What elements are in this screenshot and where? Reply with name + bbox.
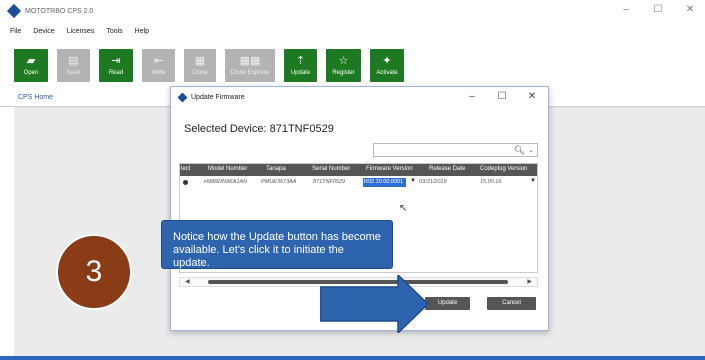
step-number-badge: 3 bbox=[56, 234, 132, 310]
column-tanapa[interactable]: Tanapa bbox=[266, 166, 286, 172]
cell-serial-number: 871TNF0529 bbox=[313, 179, 346, 185]
cancel-button[interactable]: Cancel bbox=[487, 297, 536, 310]
write-button-label: Write bbox=[151, 70, 166, 76]
open-button[interactable]: ▰ Open bbox=[14, 49, 48, 82]
mouse-cursor-icon: ↖ bbox=[399, 203, 408, 214]
update-toolbar-label: Update bbox=[290, 70, 311, 76]
dialog-maximize-icon[interactable]: ☐ bbox=[496, 91, 508, 102]
bottom-accent-bar bbox=[0, 356, 705, 360]
scroll-left-icon[interactable]: ◀ bbox=[185, 278, 190, 285]
save-icon: ▤ bbox=[68, 55, 79, 67]
clone-express-button[interactable]: ▦▦ Clone Express bbox=[225, 49, 275, 82]
dialog-title: Update Firmware bbox=[191, 93, 245, 101]
tutorial-callout: Notice how the Update button has become … bbox=[161, 220, 393, 269]
codeplug-dropdown-icon[interactable]: ▼ bbox=[530, 178, 536, 184]
register-button-label: Register bbox=[332, 70, 355, 76]
star-icon: ☆ bbox=[338, 55, 349, 67]
activate-button[interactable]: ✦ Activate bbox=[370, 49, 404, 82]
update-icon: ⇡ bbox=[295, 55, 306, 67]
clone-icon: ▦ bbox=[194, 55, 206, 67]
menu-licenses[interactable]: Licenses bbox=[67, 28, 95, 35]
register-button[interactable]: ☆ Register bbox=[326, 49, 361, 82]
column-model-number[interactable]: Model Number bbox=[208, 166, 247, 172]
window-title: MOTOTRBO CPS 2.0 bbox=[25, 7, 94, 15]
firmware-version-select[interactable]: R02.10.00.0001 bbox=[363, 178, 406, 187]
scroll-right-icon[interactable]: ▶ bbox=[527, 278, 532, 285]
write-button[interactable]: ⇤ Write bbox=[142, 49, 175, 82]
app-logo-icon bbox=[6, 3, 22, 19]
activate-button-label: Activate bbox=[376, 70, 398, 76]
dialog-titlebar: Update Firmware – ☐ ✕ bbox=[171, 87, 548, 107]
menu-file[interactable]: File bbox=[10, 28, 21, 35]
save-button[interactable]: ▤ Save bbox=[57, 49, 90, 82]
chevron-down-icon[interactable]: ⌄ bbox=[528, 146, 534, 154]
column-codeplug-version[interactable]: Codeplug Version bbox=[480, 166, 527, 172]
cell-tanapa: PMUE3673AA bbox=[261, 179, 297, 185]
activate-icon: ✦ bbox=[382, 55, 392, 67]
firmware-dropdown-icon[interactable]: ▼ bbox=[410, 178, 416, 184]
cell-release-date: 03/31/2019 bbox=[419, 179, 447, 185]
clone-express-button-label: Clone Express bbox=[230, 70, 270, 76]
menu-help[interactable]: Help bbox=[135, 28, 149, 35]
update-toolbar-button[interactable]: ⇡ Update bbox=[284, 49, 317, 82]
cell-model-number: H98RDN9KA1AN bbox=[204, 179, 248, 185]
table-row[interactable]: H98RDN9KA1AN PMUE3673AA 871TNF0529 R02.1… bbox=[180, 177, 537, 188]
window-titlebar: MOTOTRBO CPS 2.0 – ☐ ✕ bbox=[0, 0, 705, 22]
minimize-icon[interactable]: – bbox=[619, 4, 633, 15]
pointer-arrow-icon bbox=[320, 275, 430, 333]
save-button-label: Save bbox=[66, 70, 81, 76]
open-button-label: Open bbox=[23, 70, 39, 76]
column-release-date[interactable]: Release Date bbox=[429, 166, 465, 172]
cell-codeplug-version: 15.00.16 bbox=[480, 179, 502, 185]
menu-device[interactable]: Device bbox=[33, 28, 54, 35]
column-firmware-version[interactable]: Firmware Version bbox=[366, 166, 413, 172]
window-controls: – ☐ ✕ bbox=[619, 4, 697, 15]
folder-icon: ▰ bbox=[26, 55, 36, 67]
row-select-radio[interactable] bbox=[183, 180, 188, 185]
menu-bar: File Device Licenses Tools Help bbox=[0, 22, 705, 40]
column-select[interactable]: lect bbox=[181, 166, 190, 172]
clone-button-label: Clone bbox=[192, 70, 208, 76]
dialog-app-icon bbox=[177, 92, 188, 102]
write-icon: ⇤ bbox=[153, 55, 164, 67]
menu-tools[interactable]: Tools bbox=[106, 28, 122, 35]
close-icon[interactable]: ✕ bbox=[683, 4, 697, 15]
toolbar: ▰ Open ▤ Save ⇥ Read ⇤ Write ▦ Clone ▦▦ … bbox=[14, 49, 404, 82]
read-icon: ⇥ bbox=[111, 55, 121, 67]
clone-express-icon: ▦▦ bbox=[239, 55, 261, 67]
update-button[interactable]: Update bbox=[425, 297, 470, 310]
read-button[interactable]: ⇥ Read bbox=[99, 49, 133, 82]
dialog-close-icon[interactable]: ✕ bbox=[526, 91, 538, 102]
selected-device-label: Selected Device: 871TNF0529 bbox=[184, 123, 334, 135]
maximize-icon[interactable]: ☐ bbox=[651, 4, 665, 15]
table-header: lect Model Number Tanapa Serial Number F… bbox=[180, 164, 537, 176]
search-icon[interactable]: 🔍︎ bbox=[514, 145, 525, 156]
column-serial-number[interactable]: Serial Number bbox=[312, 166, 350, 172]
dialog-controls: – ☐ ✕ bbox=[466, 91, 538, 102]
read-button-label: Read bbox=[108, 70, 124, 76]
tab-cps-home[interactable]: CPS Home bbox=[18, 94, 53, 101]
clone-button[interactable]: ▦ Clone bbox=[184, 49, 216, 82]
search-input[interactable]: 🔍︎ ⌄ bbox=[373, 143, 538, 157]
dialog-minimize-icon[interactable]: – bbox=[466, 91, 478, 102]
